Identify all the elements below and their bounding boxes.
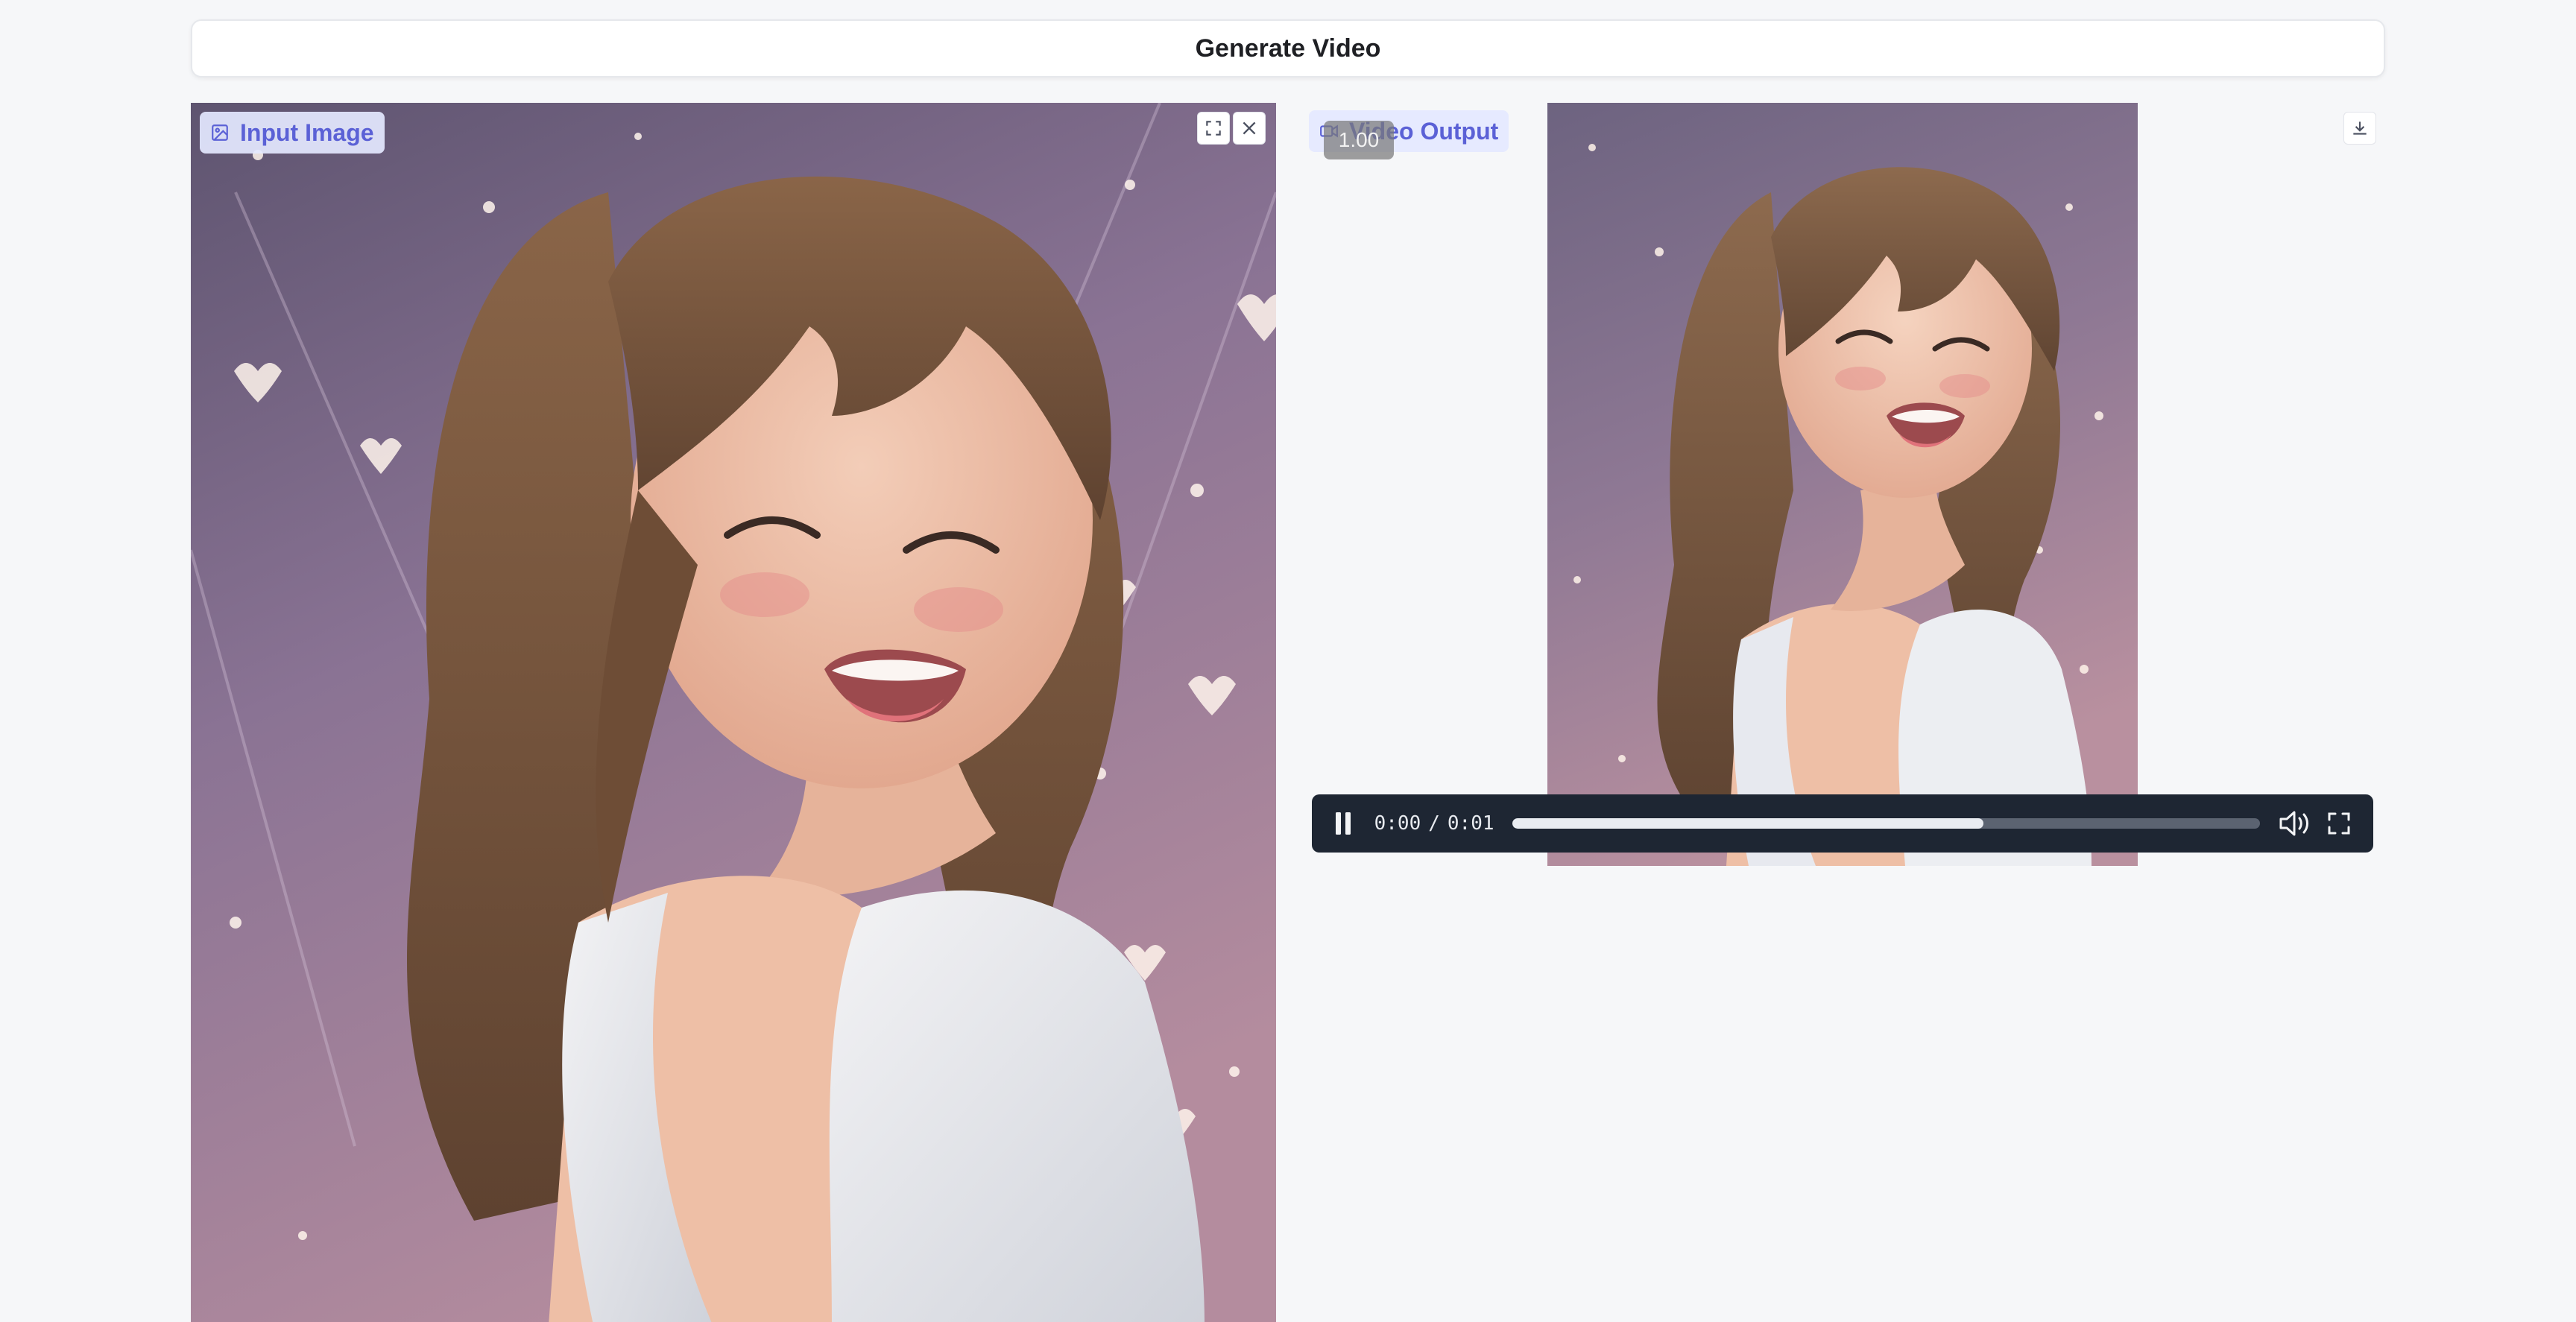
seek-bar[interactable] <box>1512 818 2261 829</box>
pause-icon <box>1335 812 1351 835</box>
fullscreen-icon <box>2328 812 2350 835</box>
input-image-badge: Input Image <box>200 112 385 154</box>
input-close-button[interactable] <box>1233 112 1266 145</box>
playback-rate-badge[interactable]: 1.00 <box>1324 121 1394 159</box>
generate-video-button[interactable]: Generate Video <box>191 19 2385 78</box>
input-image-label: Input Image <box>240 118 374 146</box>
play-pause-button[interactable] <box>1331 809 1355 838</box>
time-display: 0:00 / 0:01 <box>1374 812 1494 835</box>
fullscreen-icon <box>1206 121 1221 136</box>
video-output-panel: Video Output 1.00 0:00/0:01 <box>1297 103 2385 866</box>
close-icon <box>1243 121 1256 135</box>
image-icon <box>212 124 228 141</box>
video-fullscreen-button[interactable] <box>2324 809 2354 838</box>
duration: 0:01 <box>1447 812 1494 835</box>
time-separator: / <box>1428 812 1440 835</box>
volume-button[interactable] <box>2278 807 2314 840</box>
volume-icon <box>2279 811 2309 836</box>
input-image <box>191 103 1276 1322</box>
download-icon <box>2353 121 2367 135</box>
video-player[interactable] <box>1547 103 2138 866</box>
download-button[interactable] <box>2343 112 2376 145</box>
input-image-panel: Input Image <box>191 103 1276 1322</box>
seek-bar-progress <box>1512 818 1984 829</box>
video-frame-image <box>1547 103 2138 866</box>
video-generator-page: Generate Video Input Image Video Output … <box>0 0 2576 1322</box>
current-time: 0:00 <box>1374 812 1421 835</box>
video-controls-bar: 0:00 / 0:01 <box>1312 794 2373 853</box>
input-fullscreen-button[interactable] <box>1197 112 1230 145</box>
